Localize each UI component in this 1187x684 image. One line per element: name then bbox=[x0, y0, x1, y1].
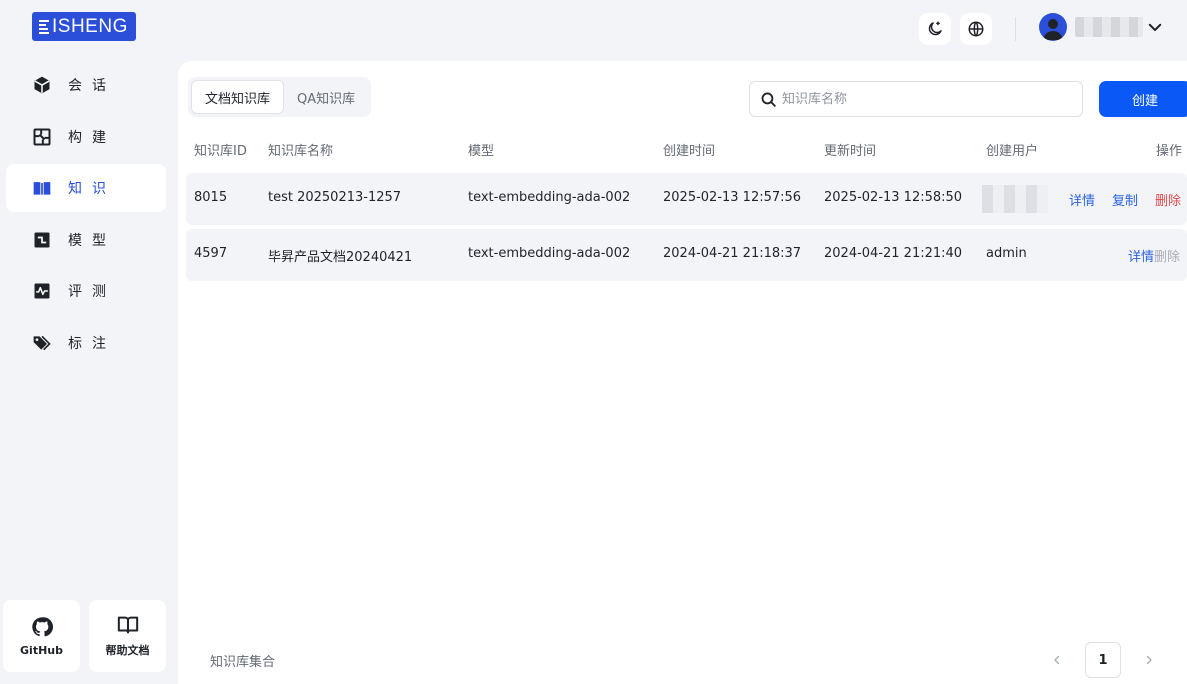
cube-icon bbox=[34, 76, 50, 94]
cell-id: 8015 bbox=[194, 190, 228, 205]
sidebar-item-knowledge[interactable]: 知识 bbox=[6, 164, 166, 212]
copy-link[interactable]: 复制 bbox=[1112, 190, 1138, 209]
moon-icon bbox=[928, 21, 942, 36]
sidebar-item-label: 标注 bbox=[68, 336, 116, 352]
table-caption: 知识库集合 bbox=[210, 655, 276, 670]
create-button[interactable]: 创建 bbox=[1099, 81, 1187, 117]
cell-model: text-embedding-ada-002 bbox=[468, 246, 631, 261]
tab-qa-kb[interactable]: QA知识库 bbox=[284, 80, 368, 114]
column-header-user: 创建用户 bbox=[986, 144, 1039, 159]
github-label: GitHub bbox=[20, 643, 63, 657]
sidebar-item-label: 评测 bbox=[68, 284, 116, 300]
delete-link[interactable]: 删除 bbox=[1155, 190, 1181, 209]
main-panel: 文档知识库 QA知识库 创建 知识库ID 知识库名称 模型 创建时间 更新时间 … bbox=[178, 61, 1187, 684]
chevron-down-icon[interactable] bbox=[1146, 18, 1164, 36]
theme-toggle-button[interactable] bbox=[919, 13, 951, 45]
column-header-id: 知识库ID bbox=[194, 144, 247, 159]
sidebar-item-annotation[interactable]: 标注 bbox=[6, 319, 166, 367]
help-docs-label: 帮助文档 bbox=[105, 644, 150, 657]
sidebar-item-evaluation[interactable]: 评测 bbox=[6, 267, 166, 315]
cell-id: 4597 bbox=[194, 246, 228, 261]
sidebar-item-label: 会话 bbox=[68, 78, 116, 94]
build-icon bbox=[33, 128, 51, 146]
cell-name: 毕昇产品文档20240421 bbox=[268, 250, 413, 265]
cell-updated: 2024-04-21 21:21:40 bbox=[824, 246, 963, 261]
search-icon bbox=[761, 92, 776, 107]
github-link[interactable]: GitHub bbox=[3, 600, 80, 672]
cell-created: 2025-02-13 12:57:56 bbox=[663, 190, 802, 205]
brand-logo: ISHENG bbox=[32, 12, 136, 41]
help-docs-link[interactable]: 帮助文档 bbox=[89, 600, 166, 672]
book-open-icon bbox=[33, 182, 51, 195]
cell-model: text-embedding-ada-002 bbox=[468, 190, 631, 205]
detail-link[interactable]: 详情 bbox=[1069, 190, 1095, 209]
cell-updated: 2025-02-13 12:58:50 bbox=[824, 190, 963, 205]
cell-user: admin bbox=[986, 246, 1027, 261]
pulse-icon bbox=[34, 283, 50, 299]
tag-icon bbox=[33, 335, 51, 351]
column-header-name: 知识库名称 bbox=[268, 144, 334, 159]
logo-text: ISHENG bbox=[52, 15, 128, 37]
language-button[interactable] bbox=[960, 13, 992, 45]
model-icon bbox=[34, 232, 50, 248]
column-header-actions: 操作 bbox=[1156, 144, 1183, 159]
knowledge-type-tabs: 文档知识库 QA知识库 bbox=[188, 77, 372, 117]
chevron-right-icon bbox=[1146, 655, 1152, 665]
user-avatar-icon bbox=[1043, 19, 1063, 40]
column-header-created: 创建时间 bbox=[663, 144, 716, 159]
delete-link-disabled: 删除 bbox=[1154, 250, 1181, 265]
page-number-current[interactable]: 1 bbox=[1085, 642, 1121, 678]
chevron-left-icon bbox=[1054, 655, 1060, 665]
cell-name: test 20250213-1257 bbox=[268, 190, 402, 205]
search-box[interactable] bbox=[749, 81, 1083, 117]
tab-document-kb[interactable]: 文档知识库 bbox=[191, 80, 285, 114]
username-redacted[interactable] bbox=[1075, 17, 1143, 37]
column-header-updated: 更新时间 bbox=[824, 144, 877, 159]
table-row: 8015 test 20250213-1257 text-embedding-a… bbox=[186, 173, 1187, 225]
book-icon bbox=[117, 616, 138, 634]
sidebar-item-label: 模型 bbox=[68, 233, 116, 249]
search-input[interactable] bbox=[782, 91, 1062, 107]
sidebar-item-label: 知识 bbox=[68, 181, 116, 197]
logo-mark-icon bbox=[39, 19, 49, 34]
header-divider bbox=[1015, 17, 1016, 41]
next-page-button[interactable] bbox=[1141, 650, 1157, 670]
prev-page-button[interactable] bbox=[1049, 650, 1065, 670]
sidebar-item-chat[interactable]: 会话 bbox=[6, 61, 166, 109]
sidebar-item-build[interactable]: 构建 bbox=[6, 113, 166, 161]
user-avatar[interactable] bbox=[1039, 13, 1067, 41]
sidebar-item-label: 构建 bbox=[68, 130, 116, 146]
cell-created: 2024-04-21 21:18:37 bbox=[663, 246, 802, 261]
column-header-model: 模型 bbox=[468, 144, 495, 159]
cell-user-redacted bbox=[982, 185, 1048, 213]
github-icon bbox=[31, 616, 53, 636]
globe-icon bbox=[968, 21, 984, 37]
sidebar-item-model[interactable]: 模型 bbox=[6, 216, 166, 264]
detail-link[interactable]: 详情 bbox=[1128, 246, 1154, 265]
table-row: 4597 毕昇产品文档20240421 text-embedding-ada-0… bbox=[186, 229, 1187, 281]
